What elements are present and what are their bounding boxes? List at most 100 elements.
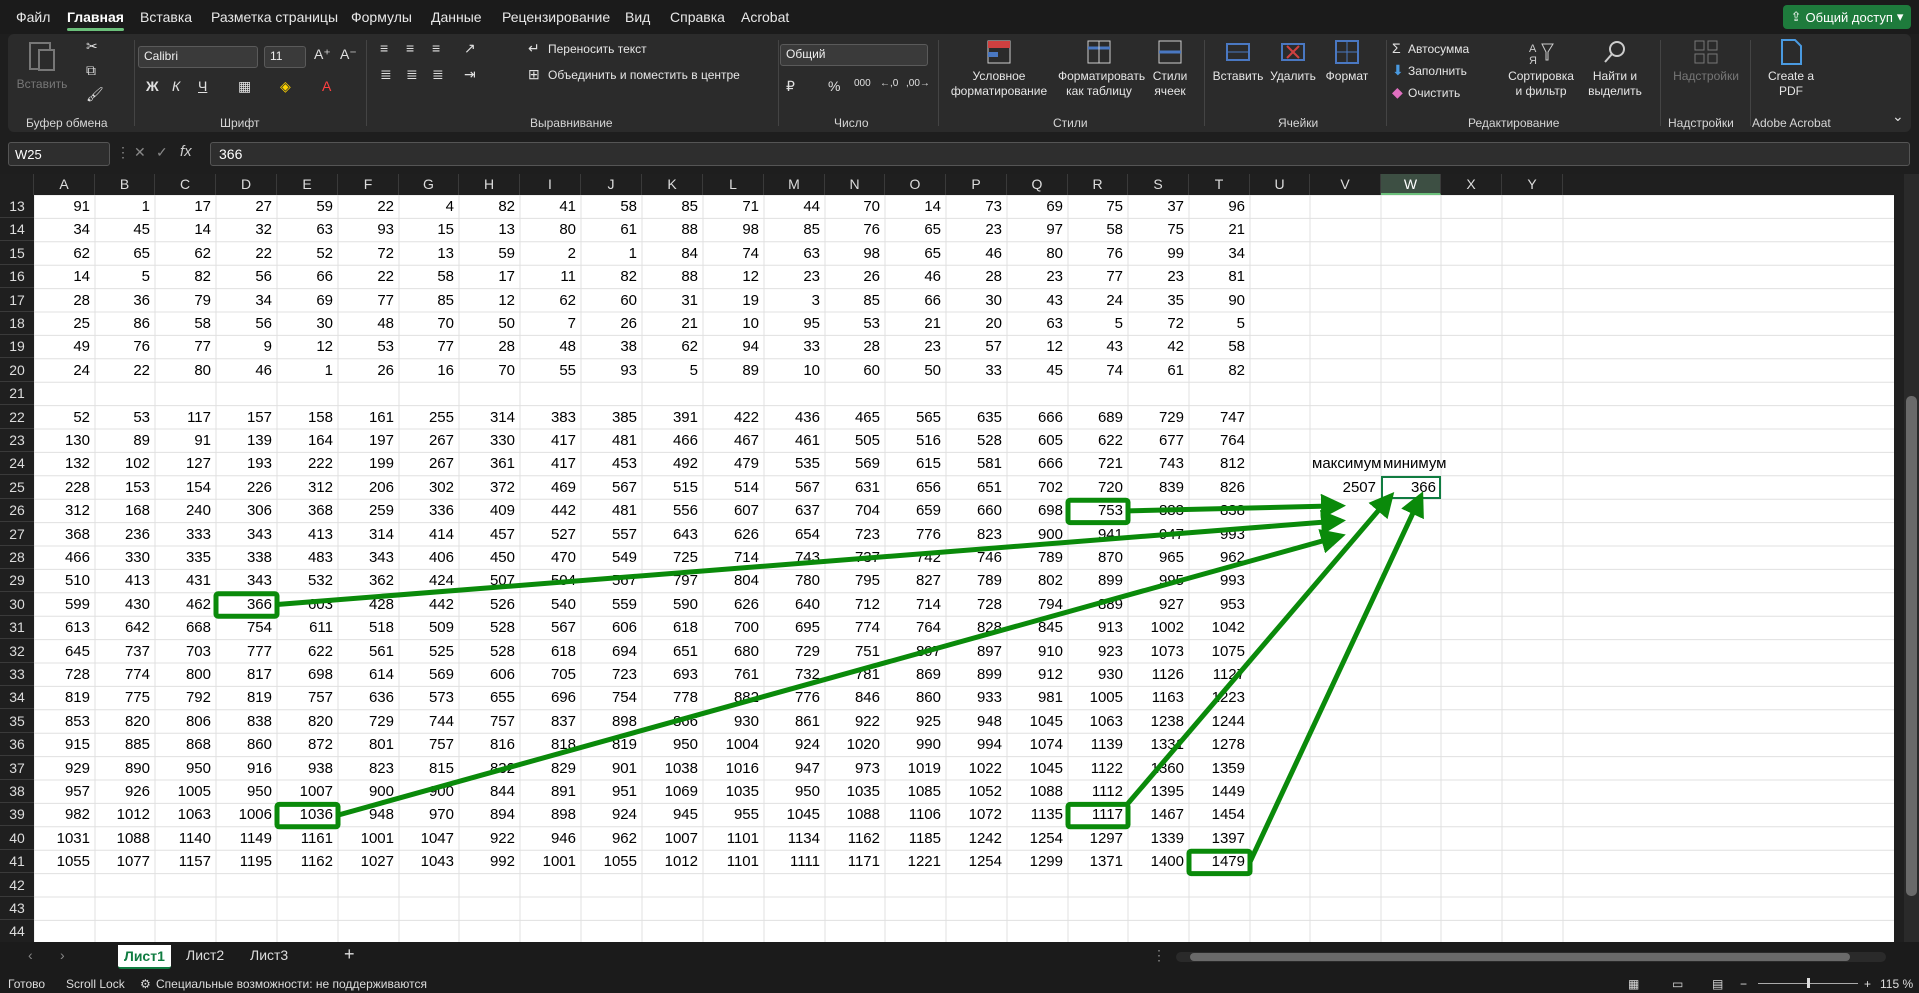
cell-B13[interactable]: 1 [95, 195, 155, 218]
cell-A28[interactable]: 466 [34, 546, 95, 569]
cell-E19[interactable]: 12 [277, 335, 338, 358]
cell-N37[interactable]: 973 [825, 757, 885, 780]
cell-M38[interactable]: 950 [764, 780, 825, 803]
cell-E23[interactable]: 164 [277, 429, 338, 452]
cell-I35[interactable]: 837 [520, 710, 581, 733]
cell-E28[interactable]: 483 [277, 546, 338, 569]
cell-A13[interactable]: 91 [34, 195, 95, 218]
cell-C23[interactable]: 91 [155, 429, 216, 452]
orientation-icon[interactable]: ↗ [464, 40, 476, 57]
column-header-R[interactable]: R [1068, 174, 1128, 195]
cell-P31[interactable]: 828 [946, 616, 1007, 639]
cell-B30[interactable]: 430 [95, 593, 155, 616]
cell-B15[interactable]: 65 [95, 242, 155, 265]
cell-Q27[interactable]: 900 [1007, 523, 1068, 546]
cell-C19[interactable]: 77 [155, 335, 216, 358]
cell-L28[interactable]: 714 [703, 546, 764, 569]
cell-G32[interactable]: 525 [399, 640, 459, 663]
cell-D25[interactable]: 226 [216, 476, 277, 499]
currency-icon[interactable]: ₽ [786, 78, 795, 95]
cell-A36[interactable]: 915 [34, 733, 95, 756]
cell-C29[interactable]: 431 [155, 569, 216, 592]
cell-T27[interactable]: 993 [1189, 523, 1250, 546]
cell-S35[interactable]: 1238 [1128, 710, 1189, 733]
cell-O40[interactable]: 1185 [885, 827, 946, 850]
cell-D29[interactable]: 343 [216, 569, 277, 592]
cell-I40[interactable]: 946 [520, 827, 581, 850]
cell-P37[interactable]: 1022 [946, 757, 1007, 780]
cell-K28[interactable]: 725 [642, 546, 703, 569]
cell-I34[interactable]: 696 [520, 686, 581, 709]
cell-M22[interactable]: 436 [764, 406, 825, 429]
cell-S34[interactable]: 1163 [1128, 686, 1189, 709]
cell-E27[interactable]: 413 [277, 523, 338, 546]
cell-F29[interactable]: 362 [338, 569, 399, 592]
cell-M16[interactable]: 23 [764, 265, 825, 288]
cell-F22[interactable]: 161 [338, 406, 399, 429]
menu-view[interactable]: Вид [625, 9, 650, 25]
cell-J20[interactable]: 93 [581, 359, 642, 382]
cell-A20[interactable]: 24 [34, 359, 95, 382]
cell-M40[interactable]: 1134 [764, 827, 825, 850]
menu-help[interactable]: Справка [670, 9, 725, 25]
menu-review[interactable]: Рецензирование [502, 9, 610, 25]
cell-P20[interactable]: 33 [946, 359, 1007, 382]
cell-Q16[interactable]: 23 [1007, 265, 1068, 288]
cell-Q19[interactable]: 12 [1007, 335, 1068, 358]
cell-N30[interactable]: 712 [825, 593, 885, 616]
cell-F38[interactable]: 900 [338, 780, 399, 803]
cell-D14[interactable]: 32 [216, 218, 277, 241]
cell-D38[interactable]: 950 [216, 780, 277, 803]
cell-D33[interactable]: 817 [216, 663, 277, 686]
cell-S24[interactable]: 743 [1128, 452, 1189, 475]
cell-B38[interactable]: 926 [95, 780, 155, 803]
cell-J13[interactable]: 58 [581, 195, 642, 218]
cell-T17[interactable]: 90 [1189, 289, 1250, 312]
cell-L26[interactable]: 607 [703, 499, 764, 522]
underline-icon[interactable]: Ч [198, 78, 207, 94]
page-break-view-icon[interactable]: ▤ [1712, 977, 1723, 991]
cell-J19[interactable]: 38 [581, 335, 642, 358]
cell-M27[interactable]: 654 [764, 523, 825, 546]
column-header-Y[interactable]: Y [1502, 174, 1563, 195]
cell-F37[interactable]: 823 [338, 757, 399, 780]
cell-O22[interactable]: 565 [885, 406, 946, 429]
cell-E37[interactable]: 938 [277, 757, 338, 780]
align-bottom-icon[interactable]: ≡ [432, 40, 440, 56]
cell-H14[interactable]: 13 [459, 218, 520, 241]
cell-C39[interactable]: 1063 [155, 803, 216, 826]
cell-O24[interactable]: 615 [885, 452, 946, 475]
cell-D37[interactable]: 916 [216, 757, 277, 780]
add-sheet-icon[interactable]: + [344, 944, 355, 965]
share-button[interactable]: ⇪ Общий доступ ▾ [1783, 5, 1911, 29]
cell-R14[interactable]: 58 [1068, 218, 1128, 241]
cell-M26[interactable]: 637 [764, 499, 825, 522]
cell-F26[interactable]: 259 [338, 499, 399, 522]
cell-F24[interactable]: 199 [338, 452, 399, 475]
cell-Q29[interactable]: 802 [1007, 569, 1068, 592]
cell-N26[interactable]: 704 [825, 499, 885, 522]
column-header-W[interactable]: W [1381, 174, 1441, 195]
cell-K23[interactable]: 466 [642, 429, 703, 452]
cell-E13[interactable]: 59 [277, 195, 338, 218]
cell-B20[interactable]: 22 [95, 359, 155, 382]
cell-I15[interactable]: 2 [520, 242, 581, 265]
cell-D35[interactable]: 838 [216, 710, 277, 733]
cell-S32[interactable]: 1073 [1128, 640, 1189, 663]
cell-S26[interactable]: 883 [1128, 499, 1189, 522]
cell-Q28[interactable]: 789 [1007, 546, 1068, 569]
cell-T26[interactable]: 838 [1189, 499, 1250, 522]
insert-cells-button[interactable]: Вставить [1212, 38, 1264, 84]
cell-H28[interactable]: 450 [459, 546, 520, 569]
cell-D22[interactable]: 157 [216, 406, 277, 429]
cell-R37[interactable]: 1122 [1068, 757, 1128, 780]
sort-filter-button[interactable]: AЯ Сортировка и фильтр [1504, 38, 1578, 99]
cell-Q20[interactable]: 45 [1007, 359, 1068, 382]
column-header-K[interactable]: K [642, 174, 703, 195]
cell-Q38[interactable]: 1088 [1007, 780, 1068, 803]
cell-K13[interactable]: 85 [642, 195, 703, 218]
cell-F41[interactable]: 1027 [338, 850, 399, 873]
increase-decimal-icon[interactable]: ←,0 [880, 78, 898, 89]
cell-K41[interactable]: 1012 [642, 850, 703, 873]
cell-O19[interactable]: 23 [885, 335, 946, 358]
